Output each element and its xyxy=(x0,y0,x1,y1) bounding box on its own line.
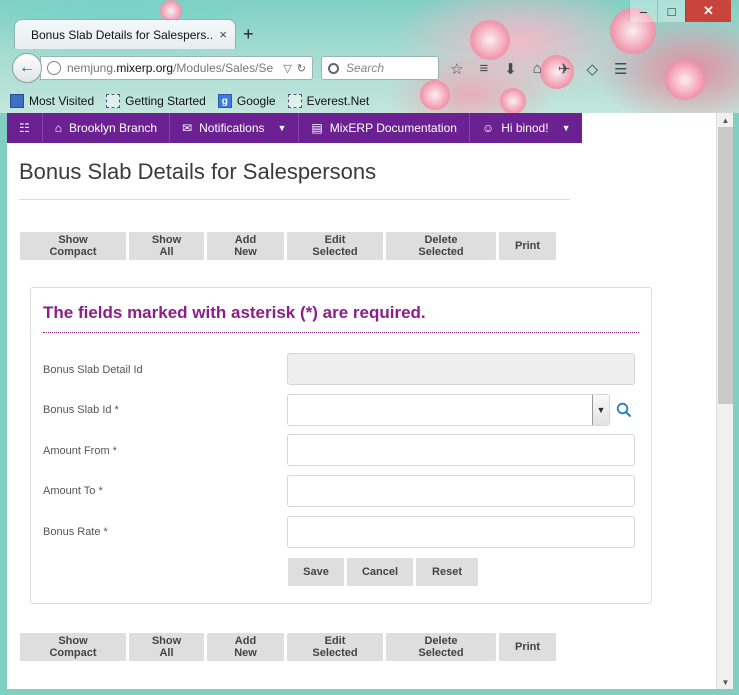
close-window-icon[interactable]: ✕ xyxy=(685,0,731,22)
show-all-button[interactable]: Show All xyxy=(129,232,204,260)
edit-selected-button[interactable]: Edit Selected xyxy=(287,232,383,260)
bonus-slab-detail-id-field xyxy=(287,353,635,385)
caret-down-icon: ▼ xyxy=(277,123,287,133)
window-frame-left xyxy=(0,113,7,695)
most-visited-icon xyxy=(10,94,24,108)
url-dropdown-icon[interactable]: ▽ xyxy=(283,62,291,75)
minimize-icon[interactable]: – xyxy=(629,0,657,22)
amount-to-label: Amount To * xyxy=(43,485,103,497)
save-button[interactable]: Save xyxy=(288,558,344,586)
smiley-icon: ☺ xyxy=(481,121,495,135)
scroll-thumb[interactable] xyxy=(718,127,733,404)
caret-down-icon: ▼ xyxy=(561,123,571,133)
navigation-bar: nemjung.mixerp.org/Modules/Sales/Se ▽ ↻ … xyxy=(0,50,739,88)
show-all-button[interactable]: Show All xyxy=(129,633,204,661)
delete-selected-button[interactable]: Delete Selected xyxy=(386,232,496,260)
bookmark-getting-started[interactable]: Getting Started xyxy=(106,94,206,108)
url-text: nemjung.mixerp.org/Modules/Sales/Se xyxy=(67,61,274,75)
delete-selected-button[interactable]: Delete Selected xyxy=(386,633,496,661)
add-new-button[interactable]: Add New xyxy=(207,633,284,661)
bonus-slab-detail-id-label: Bonus Slab Detail Id xyxy=(43,364,143,376)
window-controls: – □ ✕ xyxy=(629,0,731,22)
print-button[interactable]: Print xyxy=(499,232,556,260)
page-viewport: ☷ ⌂ Brooklyn Branch ✉ Notifications ▼ ▤ … xyxy=(7,113,716,695)
show-compact-button[interactable]: Show Compact xyxy=(20,232,126,260)
menu-apps[interactable]: ☷ xyxy=(7,113,43,143)
edit-selected-button[interactable]: Edit Selected xyxy=(287,633,383,661)
back-button[interactable]: ← xyxy=(12,53,42,83)
scroll-up-icon[interactable]: ▲ xyxy=(717,113,734,127)
reload-icon[interactable]: ↻ xyxy=(297,62,306,75)
envelope-icon: ✉ xyxy=(182,121,193,135)
star-icon[interactable]: ☆ xyxy=(450,60,463,78)
form-actions: Save Cancel Reset xyxy=(288,558,478,586)
book-icon: ▤ xyxy=(311,121,323,135)
window-frame-bottom xyxy=(0,689,739,695)
download-icon[interactable]: ⬇ xyxy=(504,60,517,78)
tab-close-icon[interactable]: × xyxy=(219,27,227,42)
bonus-slab-id-label: Bonus Slab Id * xyxy=(43,404,119,416)
menu-notifications[interactable]: ✉ Notifications ▼ xyxy=(170,113,300,143)
search-icon xyxy=(328,62,339,74)
show-compact-button[interactable]: Show Compact xyxy=(20,633,126,661)
menu-icon[interactable]: ☰ xyxy=(614,60,627,78)
grid-toolbar-bottom: Show Compact Show All Add New Edit Selec… xyxy=(20,633,556,661)
feedback-icon[interactable]: ✈ xyxy=(558,60,571,78)
pocket-icon[interactable]: ◇ xyxy=(586,60,598,78)
amount-from-label: Amount From * xyxy=(43,445,117,457)
add-new-button[interactable]: Add New xyxy=(207,232,284,260)
bookmark-everest-net[interactable]: Everest.Net xyxy=(287,94,369,108)
chevron-down-icon[interactable]: ▼ xyxy=(592,395,609,425)
required-note-divider xyxy=(43,332,639,333)
bonus-rate-field[interactable] xyxy=(287,516,635,548)
bookmark-most-visited[interactable]: Most Visited xyxy=(10,94,94,108)
title-divider xyxy=(19,199,570,200)
scroll-down-icon[interactable]: ▼ xyxy=(717,675,734,689)
toolbar-icons: ☆ ≡ ⬇ ⌂ ✈ ◇ ☰ xyxy=(450,60,627,78)
print-button[interactable]: Print xyxy=(499,633,556,661)
grid-icon: ☷ xyxy=(19,121,30,135)
browser-chrome: – □ ✕ Bonus Slab Details for Salespers..… xyxy=(0,0,739,113)
bookmarks-bar: Most Visited Getting Started g Google Ev… xyxy=(0,89,739,113)
bookmark-google[interactable]: g Google xyxy=(217,94,276,108)
top-menu: ☷ ⌂ Brooklyn Branch ✉ Notifications ▼ ▤ … xyxy=(7,113,582,143)
window-frame-right xyxy=(733,113,739,695)
amount-from-field[interactable] xyxy=(287,434,635,466)
vertical-scrollbar[interactable]: ▲ ▼ xyxy=(716,113,733,695)
grid-toolbar-top: Show Compact Show All Add New Edit Selec… xyxy=(20,232,556,260)
menu-documentation[interactable]: ▤ MixERP Documentation xyxy=(299,113,470,143)
form-panel: The fields marked with asterisk (*) are … xyxy=(30,287,652,604)
search-icon[interactable] xyxy=(616,402,632,418)
tab-title: Bonus Slab Details for Salespers... xyxy=(31,27,214,42)
globe-icon xyxy=(47,61,61,75)
bookmark-folder-icon xyxy=(106,94,121,108)
home-icon[interactable]: ⌂ xyxy=(533,60,542,78)
bonus-slab-id-select[interactable]: ▼ xyxy=(287,394,610,426)
browser-tab[interactable]: Bonus Slab Details for Salespers... × xyxy=(14,19,236,49)
new-tab-button[interactable]: + xyxy=(243,24,254,45)
google-icon: g xyxy=(217,94,232,108)
cancel-button[interactable]: Cancel xyxy=(347,558,413,586)
amount-to-field[interactable] xyxy=(287,475,635,507)
bonus-rate-label: Bonus Rate * xyxy=(43,526,108,538)
reading-list-icon[interactable]: ≡ xyxy=(479,60,488,78)
reset-button[interactable]: Reset xyxy=(416,558,478,586)
back-arrow-icon: ← xyxy=(19,59,35,76)
bookmark-folder-icon xyxy=(287,94,302,108)
menu-branch[interactable]: ⌂ Brooklyn Branch xyxy=(43,113,171,143)
page-title: Bonus Slab Details for Salespersons xyxy=(19,159,377,184)
maximize-icon[interactable]: □ xyxy=(657,0,685,22)
url-bar[interactable]: nemjung.mixerp.org/Modules/Sales/Se ▽ ↻ xyxy=(40,56,313,80)
search-bar[interactable]: Search xyxy=(321,56,439,80)
home-icon: ⌂ xyxy=(54,121,63,135)
menu-user[interactable]: ☺ Hi binod! ▼ xyxy=(470,113,583,143)
search-placeholder: Search xyxy=(346,61,385,75)
required-fields-note: The fields marked with asterisk (*) are … xyxy=(43,303,426,322)
